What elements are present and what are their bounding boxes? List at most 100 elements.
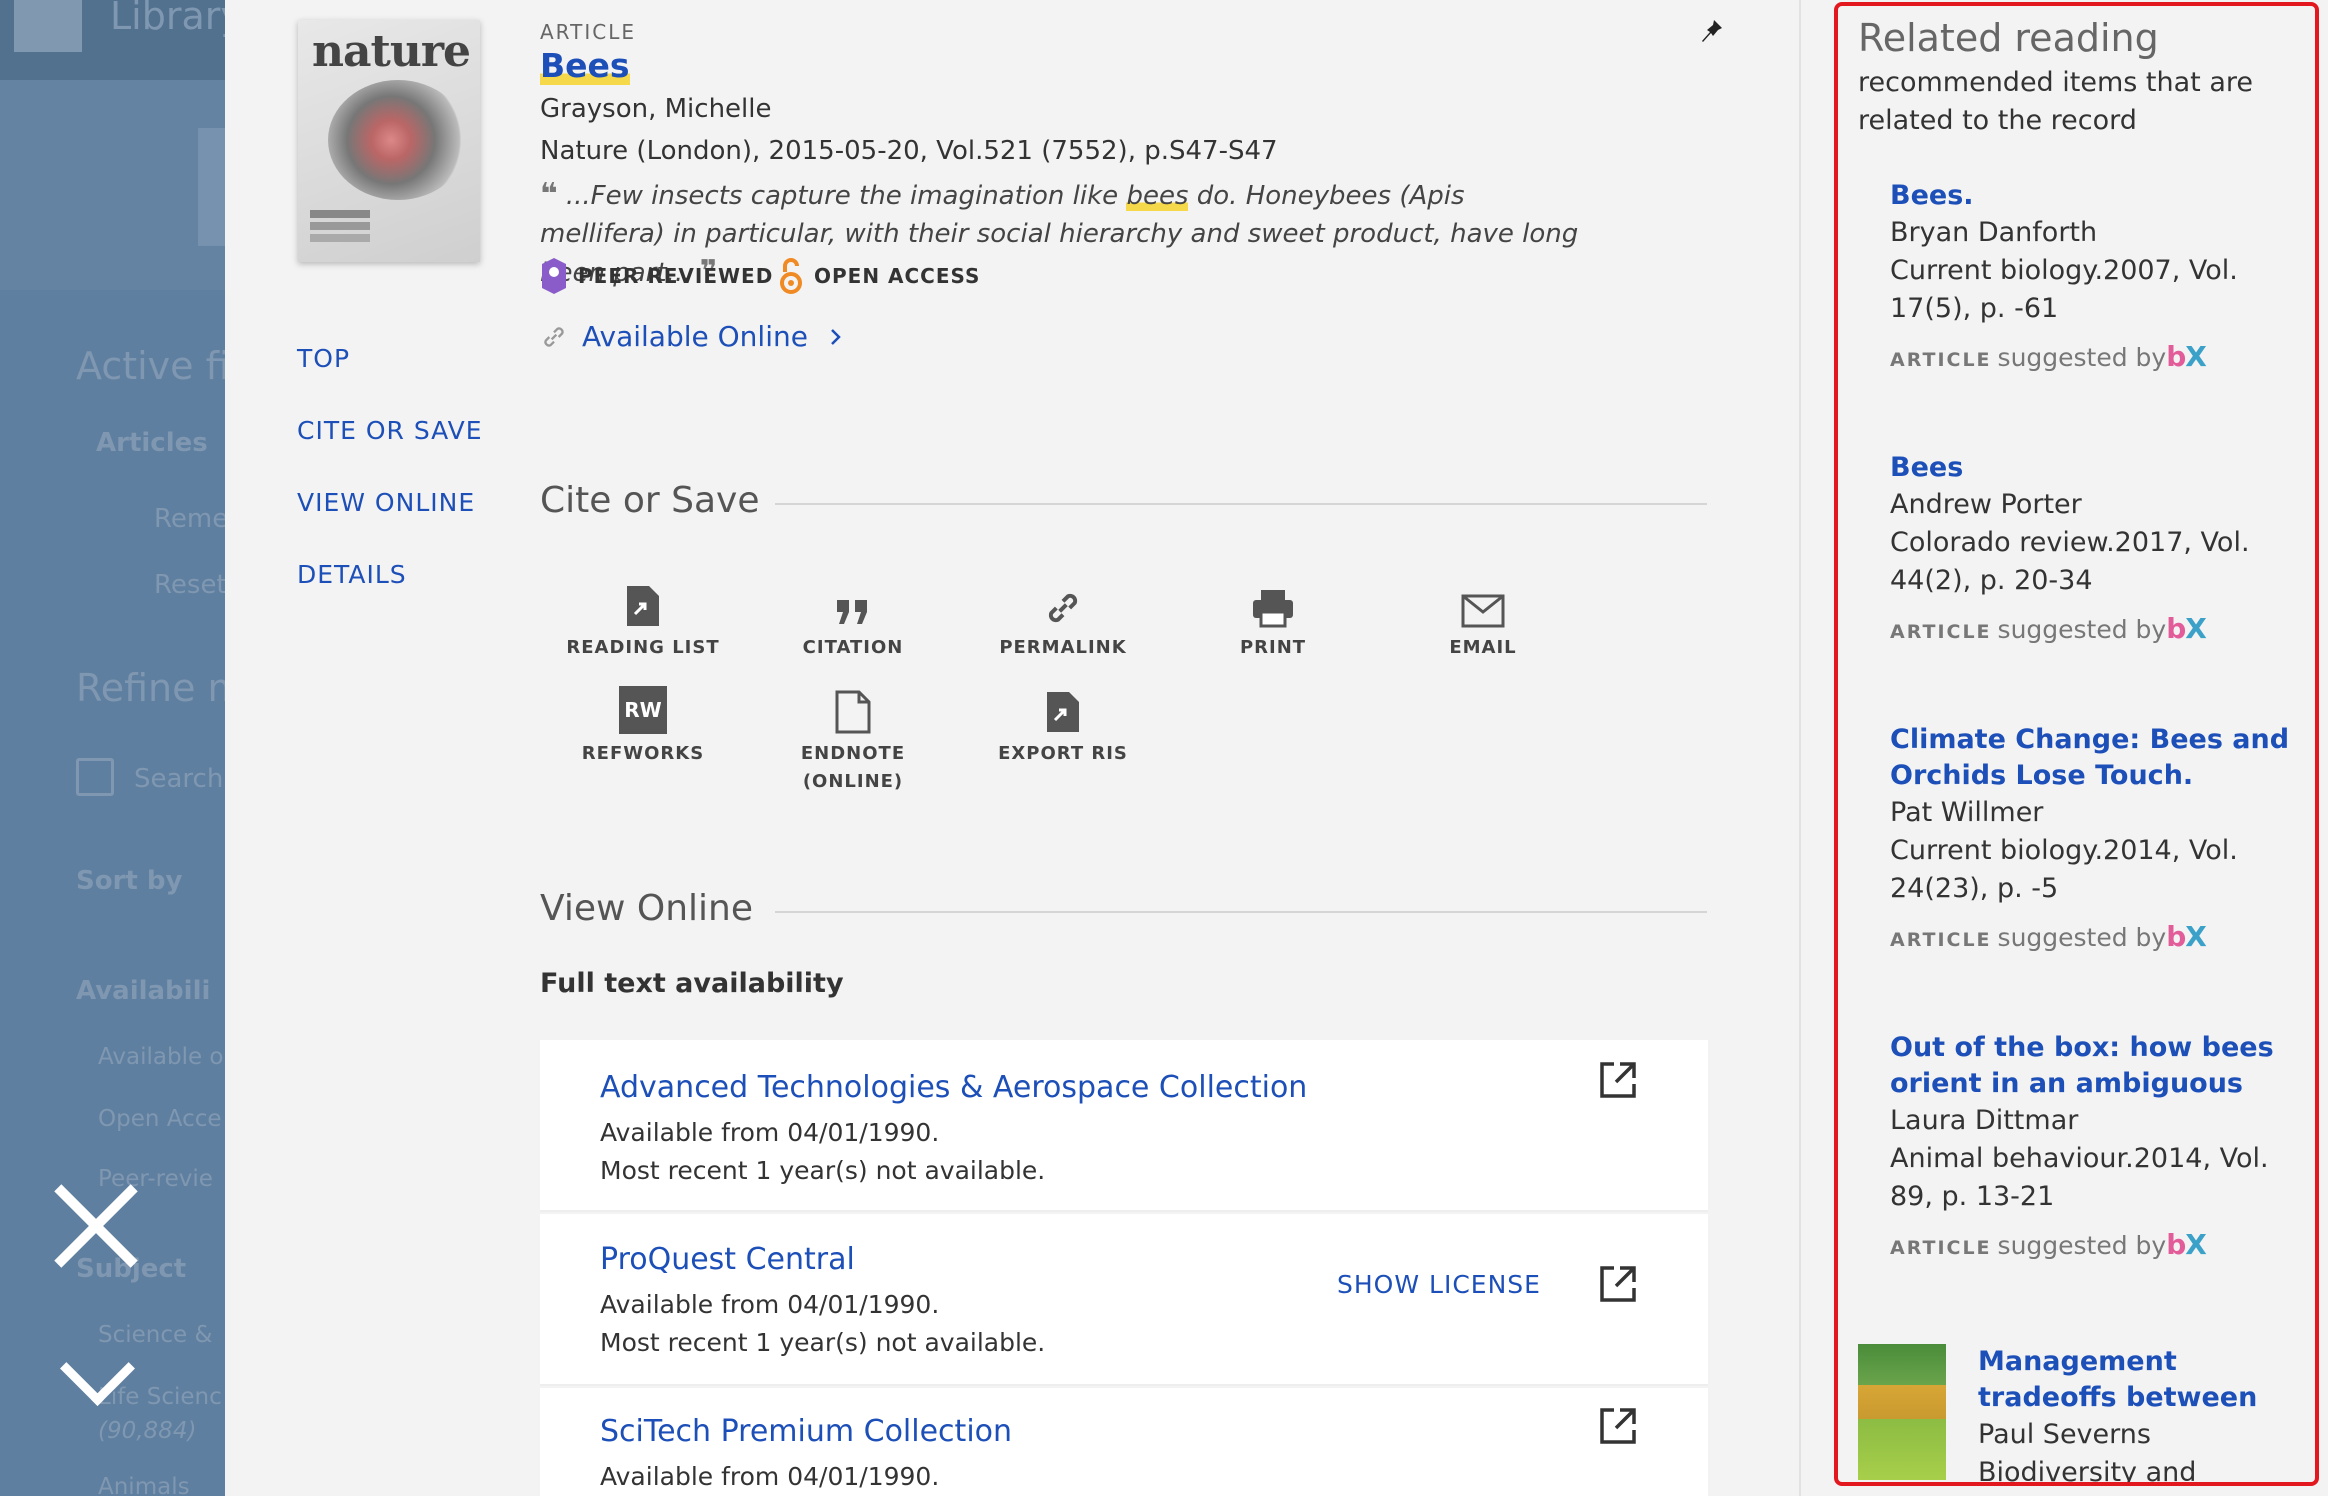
background-refine: Refine m xyxy=(76,666,225,710)
provider-availability: Available from 04/01/1990. xyxy=(600,1290,940,1319)
close-icon[interactable] xyxy=(50,1180,142,1272)
chevron-down-icon[interactable] xyxy=(56,1352,136,1402)
abstract-highlight: bees xyxy=(1126,181,1189,211)
bx-logo-b: b xyxy=(2166,612,2186,645)
open-access-label: OPEN ACCESS xyxy=(814,264,981,288)
bx-logo: bX xyxy=(2166,1228,2207,1261)
nav-view-online[interactable]: VIEW ONLINE xyxy=(297,488,475,517)
refworks-icon: RW xyxy=(619,686,667,734)
related-item-tag: ARTICLE suggested by bX xyxy=(1890,920,2290,953)
suggested-by-label: suggested by xyxy=(1997,343,2167,372)
open-access-badge: OPEN ACCESS xyxy=(778,258,980,294)
external-link-icon[interactable] xyxy=(1598,1406,1638,1446)
related-item-thumbnail[interactable] xyxy=(1858,1344,1946,1480)
endnote-button[interactable]: ENDNOTE (ONLINE) xyxy=(773,678,933,796)
view-online-divider xyxy=(775,911,1707,913)
related-reading-panel: Related reading recommended items that a… xyxy=(1834,2,2319,1486)
print-label: PRINT xyxy=(1239,637,1307,658)
bx-logo: bX xyxy=(2166,920,2207,953)
related-reading-subheading: recommended items that are related to th… xyxy=(1858,67,2254,136)
refworks-button[interactable]: RW REFWORKS xyxy=(563,678,723,768)
background-search: Search xyxy=(134,764,224,794)
refworks-label: REFWORKS xyxy=(581,743,705,764)
citation-icon xyxy=(837,600,867,624)
bx-logo-b: b xyxy=(2166,1228,2186,1261)
email-label: EMAIL xyxy=(1449,637,1517,658)
bx-logo-x: X xyxy=(2185,1228,2207,1261)
provider-name-link[interactable]: SciTech Premium Collection xyxy=(600,1414,1012,1449)
open-quote-icon: ❝ xyxy=(540,177,558,212)
external-link-icon[interactable] xyxy=(1598,1060,1638,1100)
related-item-type: ARTICLE xyxy=(1890,621,1992,643)
record-author: Grayson, Michelle xyxy=(540,94,772,124)
reading-list-button[interactable]: READING LIST xyxy=(563,572,723,662)
background-library-label: Library xyxy=(110,0,225,38)
bx-logo: bX xyxy=(2166,612,2207,645)
background-sort: Sort by xyxy=(76,866,183,896)
provider-row: Advanced Technologies & Aerospace Collec… xyxy=(540,1040,1708,1212)
bx-logo-x: X xyxy=(2185,340,2207,373)
related-item: Management tradeoffs between Paul Severn… xyxy=(1978,1344,2298,1482)
provider-row: ProQuest Central Available from 04/01/19… xyxy=(540,1214,1708,1386)
export-ris-button[interactable]: EXPORT RIS xyxy=(983,678,1143,768)
permalink-button[interactable]: PERMALINK xyxy=(983,572,1143,662)
related-item-type: ARTICLE xyxy=(1890,349,1992,371)
related-item-author: Laura Dittmar xyxy=(1890,1105,2079,1136)
cover-lines xyxy=(310,210,370,218)
background-filter-chip: Articles xyxy=(96,428,208,458)
peer-reviewed-icon xyxy=(542,258,566,294)
related-item-tag: ARTICLE suggested by bX xyxy=(1890,612,2290,645)
background-checkbox xyxy=(76,758,114,796)
nav-cite-or-save[interactable]: CITE OR SAVE xyxy=(297,416,483,445)
peer-reviewed-badge: PEER REVIEWED xyxy=(540,258,773,294)
cite-section-divider xyxy=(775,503,1707,505)
related-item-title[interactable]: Bees xyxy=(1890,450,2290,486)
peer-reviewed-label: PEER REVIEWED xyxy=(578,264,774,288)
external-link-icon[interactable] xyxy=(1598,1264,1638,1304)
related-item-author: Paul Severns xyxy=(1978,1419,2151,1450)
related-item-author: Bryan Danforth xyxy=(1890,217,2098,248)
related-item-title[interactable]: Management tradeoffs between xyxy=(1978,1344,2298,1416)
available-online-label: Available Online xyxy=(582,320,808,353)
bx-logo-x: X xyxy=(2185,612,2207,645)
background-search-band xyxy=(0,80,225,290)
bx-logo-b: b xyxy=(2166,340,2186,373)
export-ris-label: EXPORT RIS xyxy=(998,743,1128,764)
cover-title: nature xyxy=(312,26,471,77)
email-button[interactable]: EMAIL xyxy=(1403,572,1563,662)
available-online-link[interactable]: Available Online xyxy=(540,320,846,353)
cite-or-save-heading: Cite or Save xyxy=(540,480,760,521)
record-type-label: ARTICLE xyxy=(540,20,636,44)
related-item-title[interactable]: Climate Change: Bees and Orchids Lose To… xyxy=(1890,722,2290,794)
bx-logo-b: b xyxy=(2166,920,2186,953)
citation-button[interactable]: CITATION xyxy=(773,572,933,662)
background-search-card xyxy=(198,128,225,246)
record-title-link[interactable]: Bees xyxy=(540,46,630,85)
view-online-heading: View Online xyxy=(540,888,753,929)
bx-logo-x: X xyxy=(2185,920,2207,953)
related-item-author: Pat Willmer xyxy=(1890,797,2044,828)
print-button[interactable]: PRINT xyxy=(1193,572,1353,662)
background-subject-1: Science & xyxy=(98,1322,213,1348)
background-avail-1: Available o xyxy=(98,1044,224,1070)
book-cover-thumbnail: nature xyxy=(298,20,480,262)
related-item-title[interactable]: Out of the box: how bees orient in an am… xyxy=(1890,1030,2290,1102)
provider-name-link[interactable]: Advanced Technologies & Aerospace Collec… xyxy=(600,1070,1307,1105)
background-subject-3: Animals xyxy=(98,1474,190,1496)
suggested-by-label: suggested by xyxy=(1997,1231,2167,1260)
nav-top[interactable]: TOP xyxy=(297,344,350,373)
show-license-link[interactable]: SHOW LICENSE xyxy=(1337,1270,1541,1299)
nav-details[interactable]: DETAILS xyxy=(297,560,407,589)
reading-list-icon xyxy=(627,586,659,626)
permalink-label: PERMALINK xyxy=(999,637,1127,658)
related-item-title[interactable]: Bees. xyxy=(1890,178,2290,214)
pin-icon[interactable] xyxy=(1700,14,1728,46)
provider-name-link[interactable]: ProQuest Central xyxy=(600,1242,855,1277)
provider-row: SciTech Premium Collection Available fro… xyxy=(540,1388,1708,1496)
cover-illustration xyxy=(328,80,468,200)
related-item-source: Current biology.2007, Vol. 17(5), p. -61 xyxy=(1890,255,2238,324)
panel-divider xyxy=(1799,0,1801,1496)
related-item: Bees Andrew Porter Colorado review.2017,… xyxy=(1890,450,2290,645)
background-active-filters: Active fil xyxy=(76,344,225,388)
reading-list-label: READING LIST xyxy=(566,637,720,658)
